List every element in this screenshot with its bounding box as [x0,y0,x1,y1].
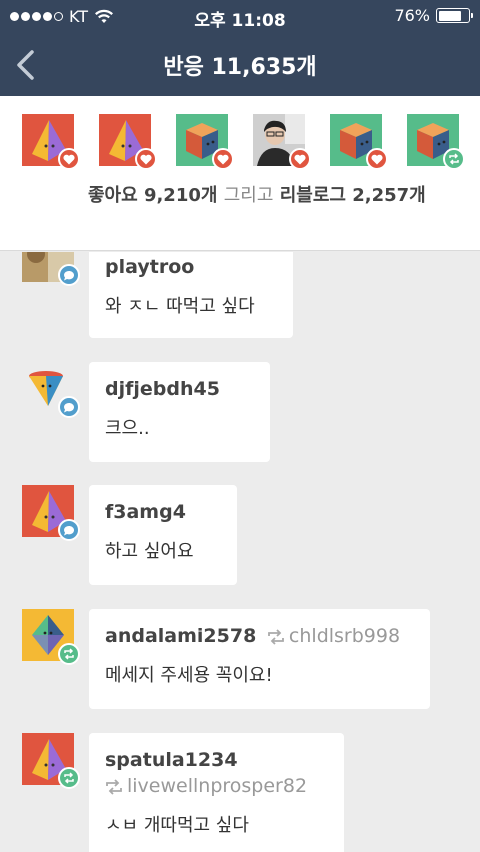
note-bubble: spatula1234 livewellnprosper82 ㅅㅂ 개따먹고 싶… [89,733,344,852]
reblogged-from-username[interactable]: livewellnprosper82 [127,775,307,797]
note-bubble: djfjebdh45 크으.. [89,362,270,462]
battery-icon [436,8,473,23]
note-text: ㅅㅂ 개따먹고 싶다 [105,815,249,836]
reactor-avatar[interactable] [407,114,465,170]
heart-icon [58,148,80,170]
avatar[interactable] [22,362,80,418]
note-username[interactable]: f3amg4 [105,501,221,523]
heart-icon [366,148,388,170]
reply-icon [58,519,80,541]
note-username[interactable]: andalami2578 [105,625,256,647]
note-text: 메세지 주세용 꼭이요! [105,665,273,686]
reactors-panel: 좋아요 9,210개 그리고 리블로그 2,257개 [0,96,480,251]
reactor-avatar[interactable] [99,114,157,170]
note-text: 하고 싶어요 [105,541,194,562]
reblog-icon [106,778,122,795]
reactor-avatar[interactable] [330,114,388,170]
note-username[interactable]: djfjebdh45 [105,378,254,400]
note-bubble: andalami2578 chldlsrb998 메세지 주세용 꼭이요! [89,609,430,709]
note-username[interactable]: spatula1234 [105,749,328,771]
reply-icon [58,264,80,286]
battery-percent: 76% [394,6,430,25]
heart-icon [135,148,157,170]
status-bar: KT 오후 11:08 76% [0,0,480,34]
reblogged-from-username[interactable]: chldlsrb998 [289,625,400,647]
likes-count: 좋아요 9,210개 [88,185,218,206]
heart-icon [212,148,234,170]
reblog-icon [443,148,465,170]
note-username[interactable]: playtroo [105,256,277,278]
reblog-icon [58,643,80,665]
reblog-icon [268,628,284,645]
note-bubble: f3amg4 하고 싶어요 [89,485,237,585]
avatar[interactable] [22,609,80,665]
reaction-summary: 좋아요 9,210개 그리고 리블로그 2,257개 [88,183,464,209]
reactor-avatar[interactable] [176,114,234,170]
avatar[interactable] [22,252,80,286]
avatar[interactable] [22,733,80,789]
note-bubble: playtroo 와 ㅈㄴ 따먹고 싶다 [89,252,293,338]
note-text: 크으.. [105,418,150,439]
reply-icon [58,396,80,418]
notes-list: playtroo 와 ㅈㄴ 따먹고 싶다 djfjebdh45 크으.. f3a… [0,252,480,852]
reactor-avatar[interactable] [253,114,311,170]
reblog-icon [58,767,80,789]
nav-bar: 반응 11,635개 [0,34,480,96]
reblogs-count: 리블로그 2,257개 [279,185,426,206]
reactor-avatar-row [22,114,465,170]
heart-icon [289,148,311,170]
reactor-avatar[interactable] [22,114,80,170]
avatar[interactable] [22,485,80,541]
summary-conjunction: 그리고 [223,185,274,206]
note-text: 와 ㅈㄴ 따먹고 싶다 [105,296,255,317]
page-title: 반응 11,635개 [163,55,317,80]
